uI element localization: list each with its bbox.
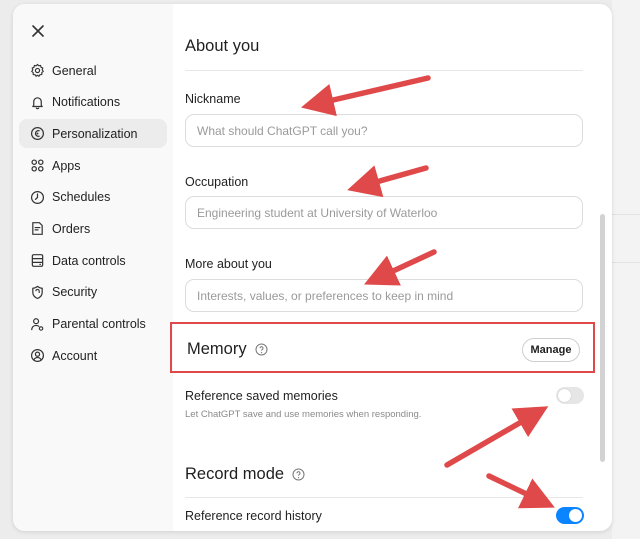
record-mode-title-row: Record mode xyxy=(185,465,305,484)
clock-icon xyxy=(29,189,45,205)
sidebar-item-label: Security xyxy=(52,285,98,300)
sidebar-item-parental-controls[interactable]: Parental controls xyxy=(19,310,167,339)
help-circle-icon[interactable] xyxy=(292,468,305,481)
content-scrollbar[interactable] xyxy=(600,214,605,462)
reference-saved-memories-label: Reference saved memories xyxy=(185,389,338,403)
sidebar-item-label: Account xyxy=(52,348,98,363)
memory-title-row: Memory xyxy=(187,340,268,359)
toggle-knob xyxy=(569,509,582,522)
user-circle-icon xyxy=(29,348,45,364)
sidebar-item-account[interactable]: Account xyxy=(19,341,167,370)
sidebar-item-label: Orders xyxy=(52,221,91,236)
sidebar-item-schedules[interactable]: Schedules xyxy=(19,183,167,212)
bell-icon xyxy=(29,94,45,110)
help-circle-icon[interactable] xyxy=(255,343,268,356)
reference-saved-memories-toggle[interactable] xyxy=(556,387,584,404)
sidebar-item-notifications[interactable]: Notifications xyxy=(19,88,167,117)
sidebar-item-label: Parental controls xyxy=(52,317,146,331)
personalization-icon xyxy=(29,126,45,142)
more-about-you-label: More about you xyxy=(185,257,272,271)
apps-grid-icon xyxy=(29,158,45,174)
occupation-value: Engineering student at University of Wat… xyxy=(197,205,438,220)
manage-memory-button[interactable]: Manage xyxy=(522,338,580,362)
sidebar-item-security[interactable]: Security xyxy=(19,278,167,307)
sidebar-item-personalization[interactable]: Personalization xyxy=(19,119,167,149)
sidebar-item-orders[interactable]: Orders xyxy=(19,214,167,243)
nickname-label: Nickname xyxy=(185,92,241,106)
settings-modal: General Notifications Personalization Ap… xyxy=(13,4,612,531)
database-icon xyxy=(29,253,45,269)
section-divider xyxy=(185,497,583,498)
record-mode-title: Record mode xyxy=(185,465,285,483)
reference-record-history-toggle[interactable] xyxy=(556,507,584,524)
reference-record-history-label: Reference record history xyxy=(185,509,322,523)
sidebar-item-label: General xyxy=(52,63,97,78)
memory-section-highlight: Memory Manage xyxy=(170,322,595,373)
sidebar-item-label: Personalization xyxy=(52,126,138,141)
background-panel xyxy=(612,0,640,539)
more-about-you-input[interactable]: Interests, values, or preferences to kee… xyxy=(185,279,583,312)
reference-saved-memories-description: Let ChatGPT save and use memories when r… xyxy=(185,409,422,420)
sidebar-item-label: Notifications xyxy=(52,95,121,110)
occupation-label: Occupation xyxy=(185,175,249,189)
gear-icon xyxy=(29,63,45,79)
background-divider xyxy=(612,262,640,263)
sidebar-item-label: Apps xyxy=(52,158,81,173)
settings-nav: General Notifications Personalization Ap… xyxy=(19,56,167,373)
settings-sidebar: General Notifications Personalization Ap… xyxy=(13,4,173,531)
occupation-input[interactable]: Engineering student at University of Wat… xyxy=(185,196,583,229)
close-button[interactable] xyxy=(27,20,49,42)
close-icon xyxy=(32,25,44,37)
about-you-title: About you xyxy=(185,37,260,55)
sidebar-item-apps[interactable]: Apps xyxy=(19,151,167,180)
family-icon xyxy=(29,316,45,332)
sidebar-item-data-controls[interactable]: Data controls xyxy=(19,246,167,275)
section-divider xyxy=(185,70,583,71)
memory-title: Memory xyxy=(187,340,247,358)
receipt-icon xyxy=(29,221,45,237)
sidebar-item-label: Schedules xyxy=(52,190,111,205)
nickname-input[interactable]: What should ChatGPT call you? xyxy=(185,114,583,147)
toggle-knob xyxy=(558,389,571,402)
shield-icon xyxy=(29,284,45,300)
sidebar-item-general[interactable]: General xyxy=(19,56,167,85)
background-divider xyxy=(612,214,640,215)
nickname-placeholder: What should ChatGPT call you? xyxy=(197,123,368,138)
sidebar-item-label: Data controls xyxy=(52,253,126,268)
more-about-you-placeholder: Interests, values, or preferences to kee… xyxy=(197,288,454,303)
